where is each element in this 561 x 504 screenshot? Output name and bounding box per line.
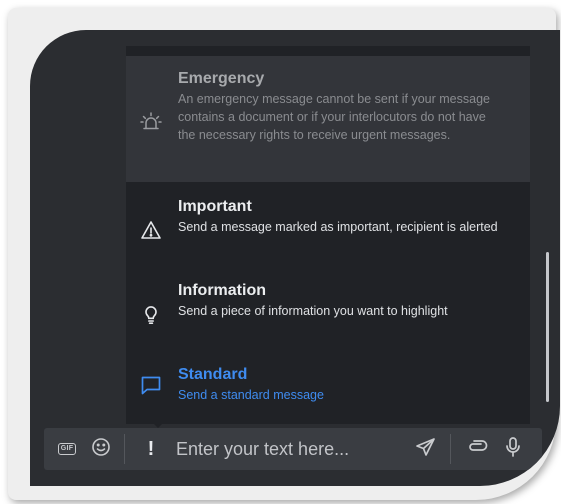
option-description: Send a standard message: [178, 388, 324, 402]
attach-button[interactable]: [462, 434, 492, 464]
priority-option-important[interactable]: Important Send a message marked as impor…: [126, 186, 530, 262]
option-title: Information: [178, 282, 266, 299]
option-title: Important: [178, 198, 252, 215]
warning-triangle-icon: [140, 219, 162, 241]
screenshot-frame: Emergency An emergency message cannot be…: [8, 8, 560, 500]
message-composer: GIF !: [44, 428, 542, 470]
microphone-button[interactable]: [498, 434, 528, 464]
composer-divider: [450, 434, 451, 464]
message-input[interactable]: [176, 436, 406, 462]
lightbulb-icon: [140, 303, 162, 325]
priority-button[interactable]: !: [136, 434, 166, 464]
send-plane-icon: [414, 436, 436, 463]
gif-button[interactable]: GIF: [52, 434, 82, 464]
app-window: Emergency An emergency message cannot be…: [30, 30, 560, 486]
option-title: Standard: [178, 366, 248, 383]
option-description: Send a message marked as important, reci…: [178, 220, 498, 234]
option-description: An emergency message cannot be sent if y…: [178, 92, 490, 142]
send-button[interactable]: [410, 434, 440, 464]
emoji-button[interactable]: [86, 434, 116, 464]
paperclip-icon: [466, 436, 488, 463]
gif-icon: GIF: [57, 443, 77, 455]
siren-icon: [140, 111, 162, 133]
option-description: Send a piece of information you want to …: [178, 304, 448, 318]
priority-option-information[interactable]: Information Send a piece of information …: [126, 270, 530, 346]
composer-divider: [124, 434, 125, 464]
microphone-icon: [503, 436, 523, 463]
smiley-icon: [91, 437, 111, 462]
option-title: Emergency: [178, 70, 265, 87]
menu-scrollbar[interactable]: [546, 252, 549, 402]
exclamation-icon: !: [147, 437, 155, 460]
priority-option-emergency[interactable]: Emergency An emergency message cannot be…: [126, 56, 530, 182]
message-bubble-icon: [140, 374, 162, 396]
priority-option-standard[interactable]: Standard Send a standard message: [126, 356, 530, 412]
